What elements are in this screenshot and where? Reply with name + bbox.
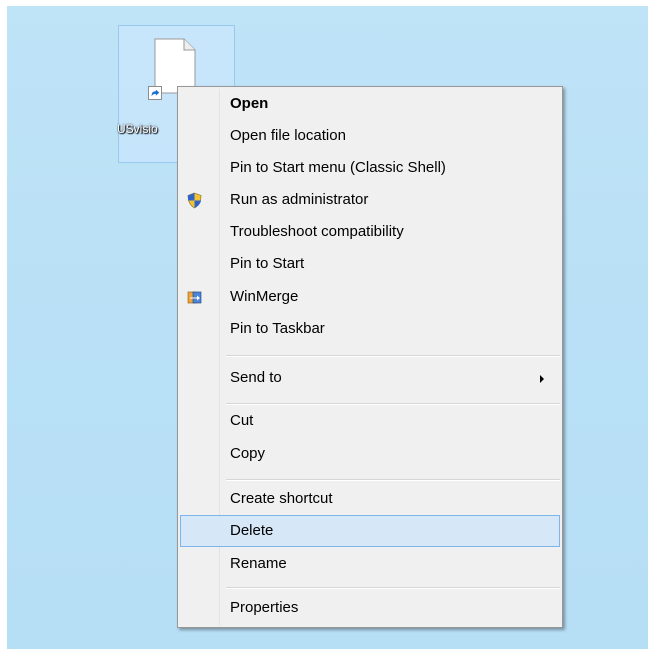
desktop-background[interactable]: USvisio Open Open file location Pin to S… — [7, 6, 648, 649]
menu-item-label: Copy — [230, 445, 266, 462]
menu-separator — [226, 587, 560, 589]
menu-item-open[interactable]: Open — [180, 88, 560, 120]
winmerge-icon — [187, 291, 202, 304]
menu-item-label: Pin to Start — [230, 255, 305, 272]
menu-item-label: Create shortcut — [230, 490, 333, 507]
menu-item-label: Cut — [230, 412, 254, 429]
menu-item-label: Send to — [230, 369, 282, 386]
menu-item-label: Pin to Start menu (Classic Shell) — [230, 159, 446, 176]
menu-separator — [226, 355, 560, 357]
menu-item-properties[interactable]: Properties — [180, 592, 560, 624]
menu-item-label: Open file location — [230, 127, 346, 144]
menu-separator — [226, 479, 560, 481]
menu-item-create-shortcut[interactable]: Create shortcut — [180, 483, 560, 515]
menu-item-label: Rename — [230, 555, 287, 572]
menu-item-cut[interactable]: Cut — [180, 405, 560, 437]
menu-item-label: Pin to Taskbar — [230, 320, 325, 337]
menu-item-send-to[interactable]: Send to — [180, 362, 560, 394]
context-menu: Open Open file location Pin to Start men… — [177, 86, 563, 628]
menu-item-pin-to-taskbar[interactable]: Pin to Taskbar — [180, 313, 560, 345]
menu-item-rename[interactable]: Rename — [180, 548, 560, 580]
menu-item-troubleshoot-compatibility[interactable]: Troubleshoot compatibility — [180, 216, 560, 248]
desktop-icon-label: USvisio — [117, 122, 158, 136]
menu-item-label: Run as administrator — [230, 191, 369, 208]
menu-item-label: Properties — [230, 599, 299, 616]
uac-shield-icon — [187, 192, 202, 209]
shortcut-arrow-icon — [148, 86, 162, 100]
menu-item-label: Troubleshoot compatibility — [230, 223, 404, 240]
submenu-arrow-icon — [540, 375, 544, 383]
menu-item-pin-to-start-menu-classic-shell[interactable]: Pin to Start menu (Classic Shell) — [180, 152, 560, 184]
menu-item-open-file-location[interactable]: Open file location — [180, 120, 560, 152]
menu-item-run-as-administrator[interactable]: Run as administrator — [180, 184, 560, 216]
menu-item-delete[interactable]: Delete — [180, 515, 560, 547]
menu-item-label: Delete — [230, 522, 274, 539]
menu-item-copy[interactable]: Copy — [180, 438, 560, 470]
menu-item-pin-to-start[interactable]: Pin to Start — [180, 248, 560, 280]
menu-item-label: WinMerge — [230, 288, 299, 305]
menu-item-winmerge[interactable]: WinMerge — [180, 281, 560, 313]
menu-item-label: Open — [230, 95, 269, 112]
